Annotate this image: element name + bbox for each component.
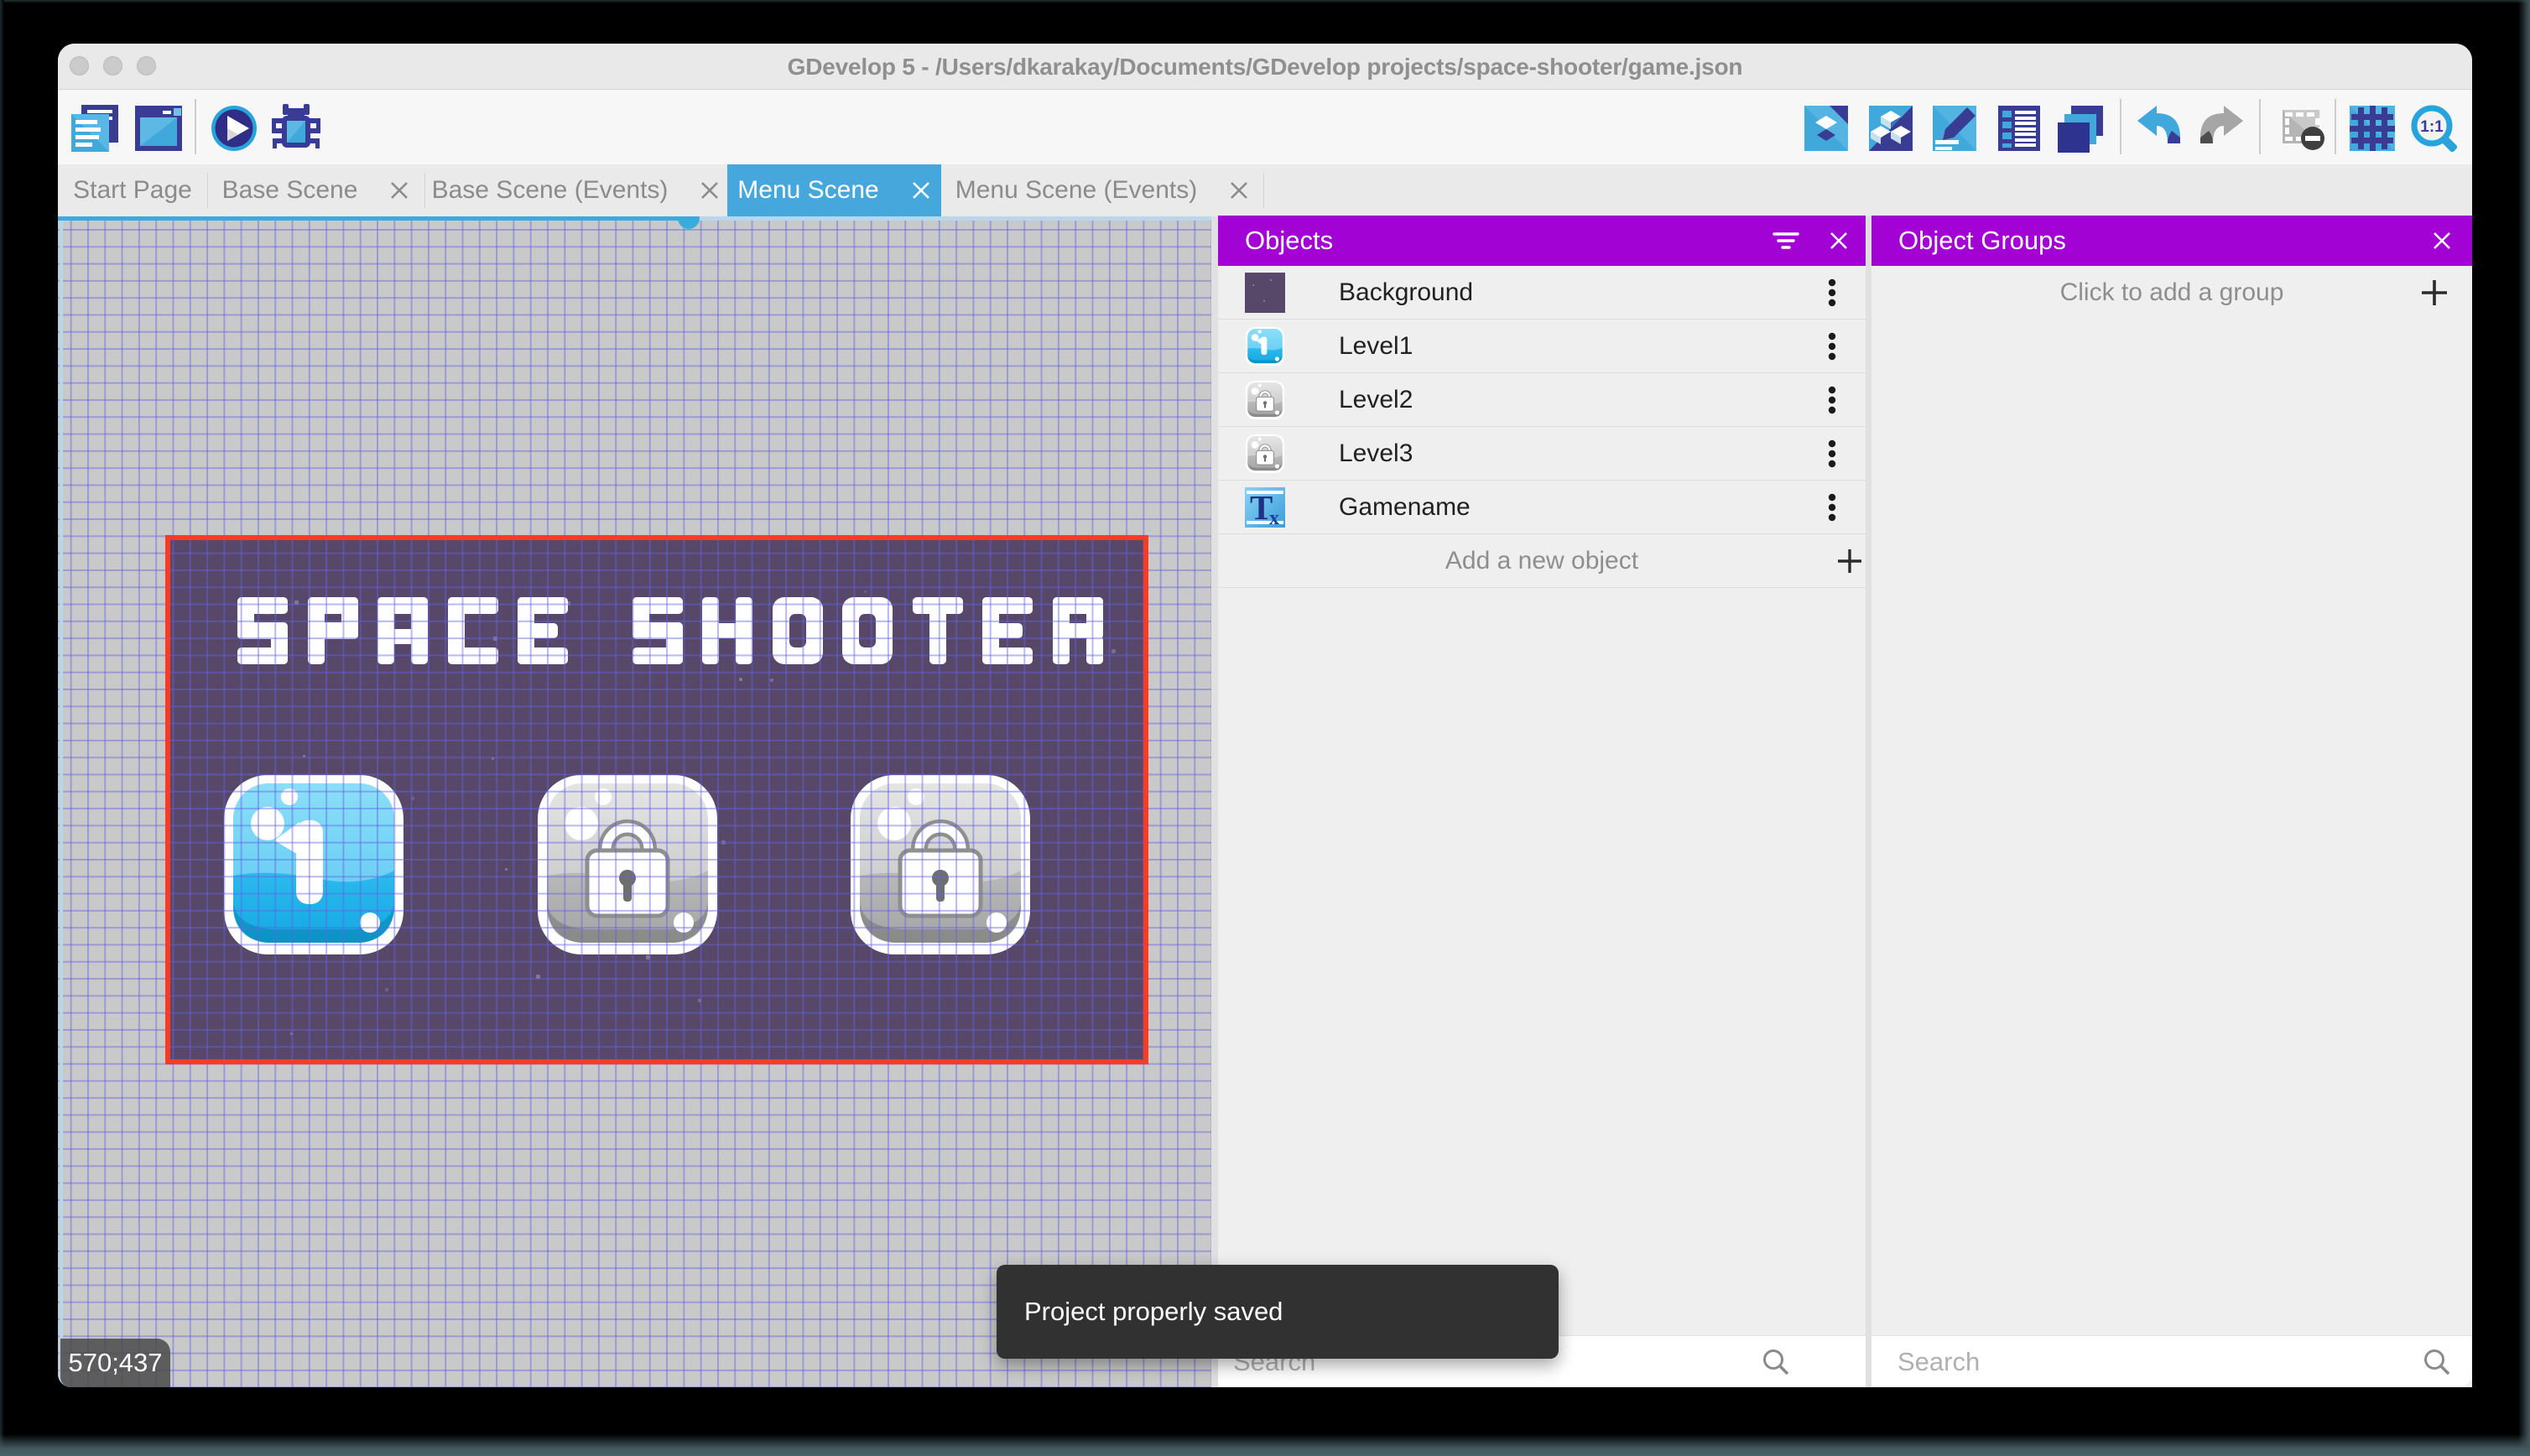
svg-text:1:1: 1:1 (2420, 118, 2444, 136)
svg-text:x: x (1269, 507, 1279, 528)
